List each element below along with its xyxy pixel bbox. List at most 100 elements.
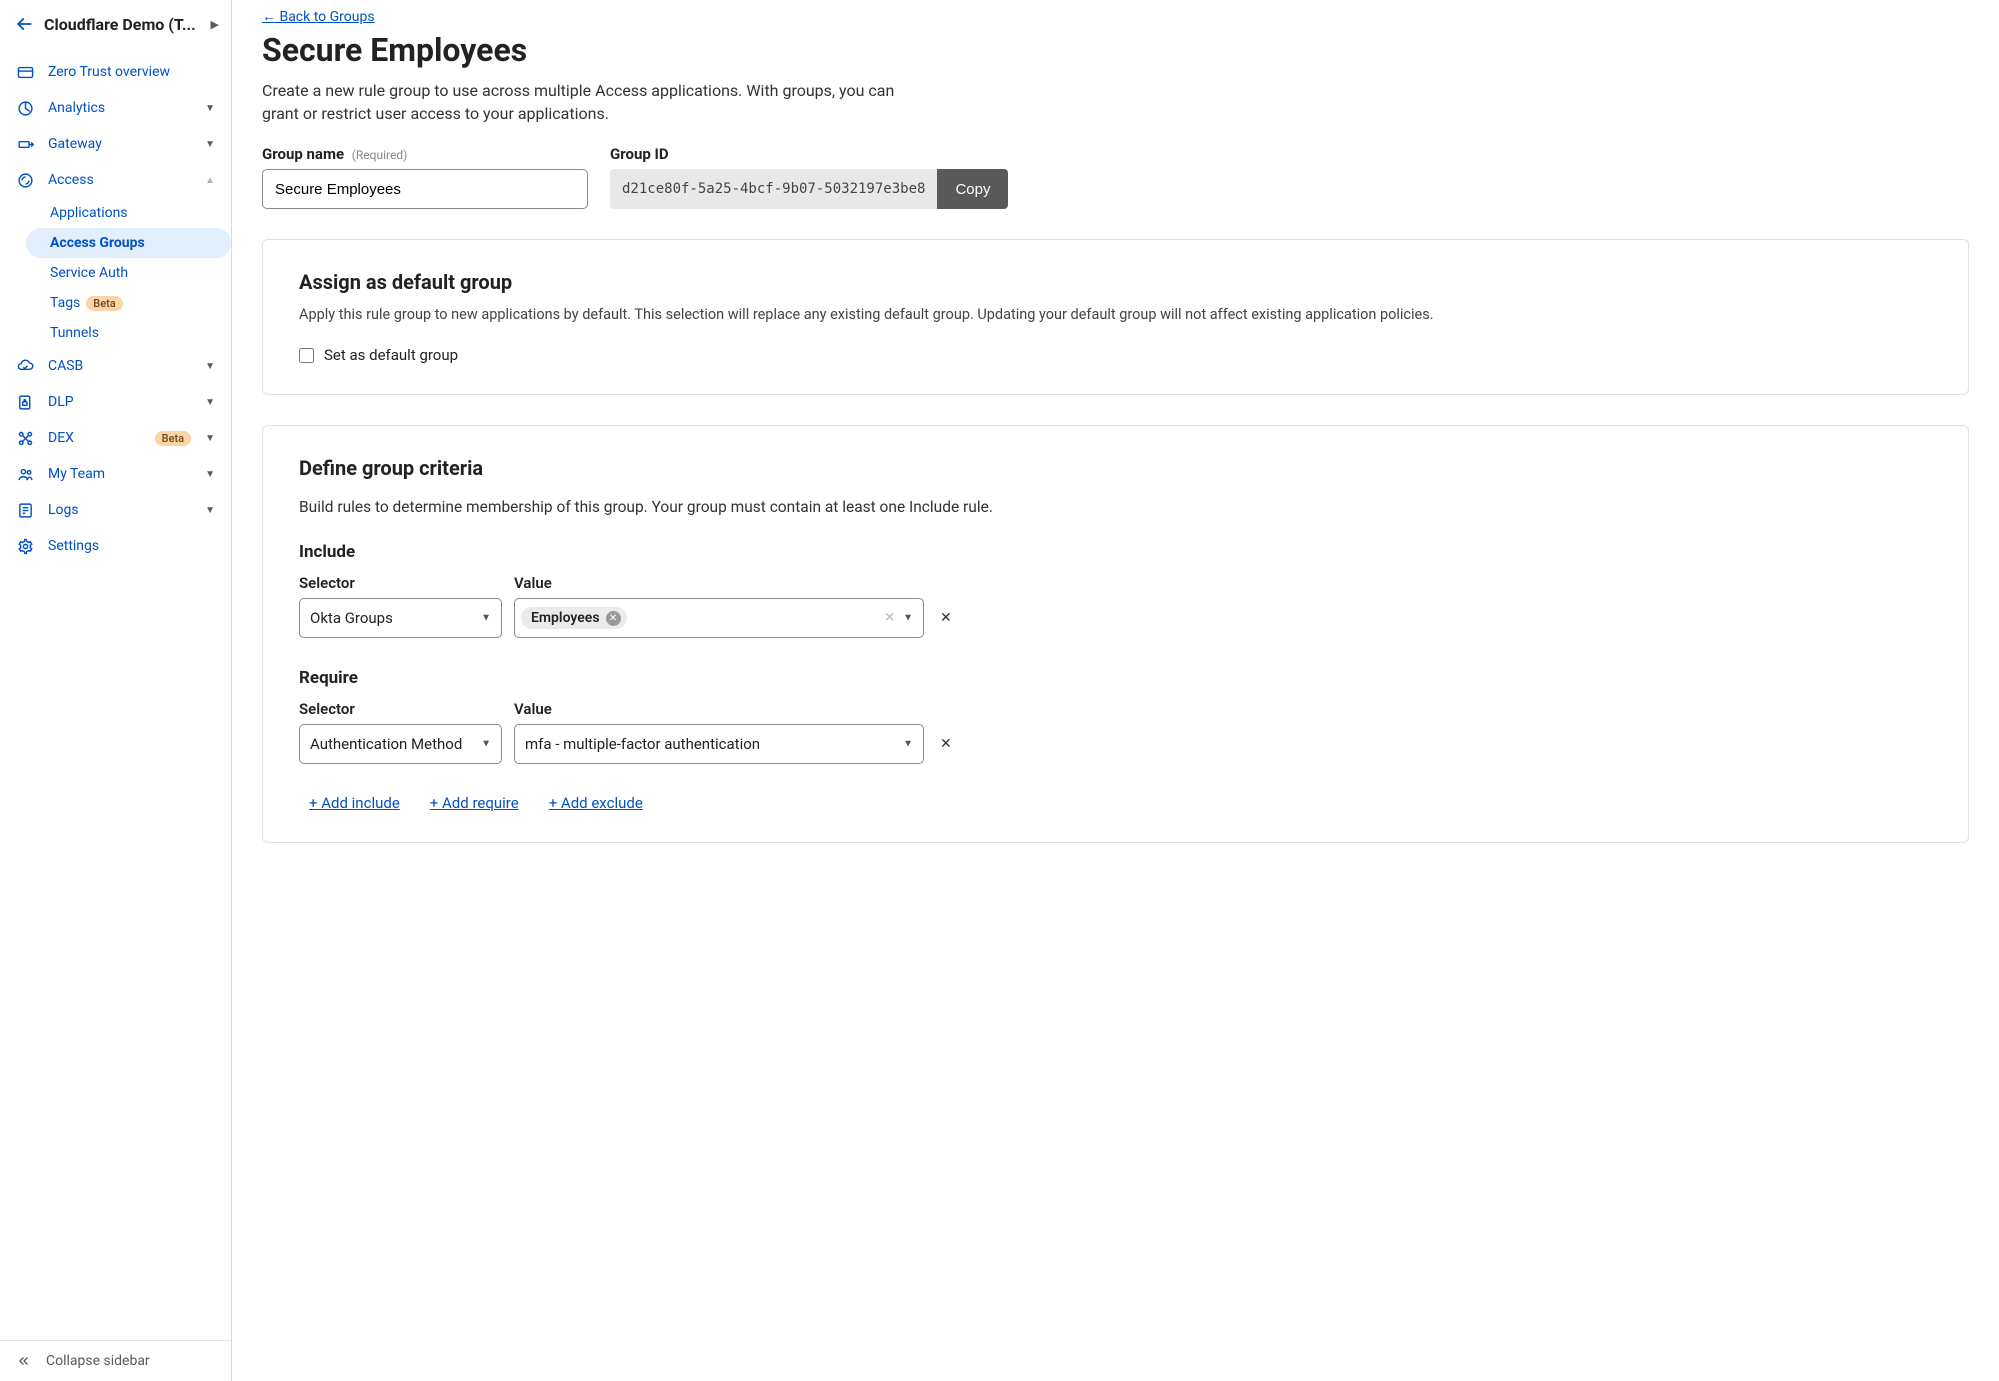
sidebar-nav: Zero Trust overview Analytics ▼ Gateway … [0,48,231,1340]
tag-text: Employees [531,610,600,626]
require-block: Require Selector Authentication Method ▼… [299,668,1932,764]
team-icon [16,465,34,483]
nav-tunnels[interactable]: Tunnels [50,318,231,348]
page-title: Secure Employees [262,31,1969,69]
add-rule-links: + Add include + Add require + Add exclud… [299,794,1932,812]
value-label: Value [514,574,924,592]
clear-value-icon[interactable]: ✕ [884,611,895,626]
add-include-link[interactable]: + Add include [309,794,400,812]
beta-badge: Beta [155,431,191,446]
tag-remove-icon[interactable]: ✕ [606,611,621,626]
require-heading: Require [299,668,1932,688]
nav-logs[interactable]: Logs ▼ [0,492,231,528]
nav-analytics[interactable]: Analytics ▼ [0,90,231,126]
selector-label: Selector [299,574,502,592]
chevron-down-icon: ▼ [205,469,215,480]
nav-sub-label: Applications [50,205,128,221]
nav-settings[interactable]: Settings [0,528,231,564]
nav-access[interactable]: Access ▲ [0,162,231,198]
nav-dex[interactable]: DEX Beta ▼ [0,420,231,456]
chevron-down-icon: ▼ [205,103,215,114]
beta-badge: Beta [86,296,122,311]
group-name-label: Group name (Required) [262,145,588,163]
nav-label: Analytics [48,100,191,116]
overview-icon [16,63,34,81]
nav-label: Zero Trust overview [48,64,215,80]
nav-service-auth[interactable]: Service Auth [50,258,231,288]
nav-tags[interactable]: Tags Beta [50,288,231,318]
include-value[interactable]: Employees ✕ ✕ ▼ [514,598,924,638]
group-name-input[interactable] [262,169,588,209]
caret-down-icon: ▼ [903,739,913,750]
copy-button[interactable]: Copy [937,169,1008,209]
nav-label: Access [48,172,191,188]
selector-label: Selector [299,700,502,718]
dex-icon [16,429,34,447]
selector-value: Okta Groups [310,609,393,627]
add-exclude-link[interactable]: + Add exclude [549,794,643,812]
nav-casb[interactable]: CASB ▼ [0,348,231,384]
chevron-down-icon: ▼ [205,505,215,516]
logs-icon [16,501,34,519]
settings-icon [16,537,34,555]
require-value[interactable]: mfa - multiple-factor authentication ▼ [514,724,924,764]
account-caret-icon[interactable]: ▶ [211,18,219,31]
group-id-field: Group ID d21ce80f-5a25-4bcf-9b07-5032197… [610,145,1008,209]
include-row: Selector Okta Groups ▼ Value Employees ✕ [299,574,1932,638]
chevron-down-icon: ▼ [205,139,215,150]
checkbox-label: Set as default group [324,346,458,364]
collapse-sidebar[interactable]: Collapse sidebar [0,1340,231,1381]
nav-label: Logs [48,502,191,518]
group-id-value: d21ce80f-5a25-4bcf-9b07-5032197e3be8 [610,169,937,209]
require-selector[interactable]: Authentication Method ▼ [299,724,502,764]
default-group-desc: Apply this rule group to new application… [299,304,1932,326]
default-group-checkbox-row[interactable]: Set as default group [299,346,1932,364]
page-description: Create a new rule group to use across mu… [262,79,902,125]
chevron-up-icon: ▲ [205,175,215,186]
group-name-field: Group name (Required) [262,145,588,209]
account-title: Cloudflare Demo (T... [44,15,201,34]
access-icon [16,171,34,189]
include-selector[interactable]: Okta Groups ▼ [299,598,502,638]
gateway-icon [16,135,34,153]
nav-applications[interactable]: Applications [50,198,231,228]
nav-dlp[interactable]: DLP ▼ [0,384,231,420]
group-id-label: Group ID [610,145,1008,163]
nav-sub-label: Service Auth [50,265,128,281]
back-arrow-icon[interactable] [14,14,34,34]
nav-access-groups[interactable]: Access Groups [26,228,231,258]
add-require-link[interactable]: + Add require [430,794,519,812]
default-group-checkbox[interactable] [299,348,314,363]
value-label: Value [514,700,924,718]
nav-my-team[interactable]: My Team ▼ [0,456,231,492]
nav-label: CASB [48,358,191,374]
account-switcher[interactable]: Cloudflare Demo (T... ▶ [0,0,231,48]
main-content: ← Back to Groups Secure Employees Create… [232,0,1999,1381]
caret-down-icon: ▼ [481,739,491,750]
nav-gateway[interactable]: Gateway ▼ [0,126,231,162]
chevron-down-icon: ▼ [205,397,215,408]
criteria-card: Define group criteria Build rules to det… [262,425,1969,843]
nav-label: Gateway [48,136,191,152]
default-group-card: Assign as default group Apply this rule … [262,239,1969,395]
nav-label: Settings [48,538,215,554]
remove-require-row-icon[interactable]: ✕ [940,736,952,764]
selector-value: Authentication Method [310,735,462,753]
caret-down-icon: ▼ [481,613,491,624]
nav-label: DEX [48,430,135,446]
value-tag: Employees ✕ [521,607,627,629]
nav-sub-label: Tags [50,295,80,311]
casb-icon [16,357,34,375]
nav-overview[interactable]: Zero Trust overview [0,54,231,90]
remove-include-row-icon[interactable]: ✕ [940,610,952,638]
group-meta-row: Group name (Required) Group ID d21ce80f-… [262,145,1969,209]
chevron-down-icon: ▼ [205,361,215,372]
nav-sub-label: Access Groups [50,235,145,251]
nav-sub-label: Tunnels [50,325,99,341]
required-text: (Required) [352,148,407,162]
back-to-groups-link[interactable]: ← Back to Groups [262,8,375,25]
analytics-icon [16,99,34,117]
dlp-icon [16,393,34,411]
nav-label: My Team [48,466,191,482]
nav-access-children: Applications Access Groups Service Auth … [0,198,231,348]
